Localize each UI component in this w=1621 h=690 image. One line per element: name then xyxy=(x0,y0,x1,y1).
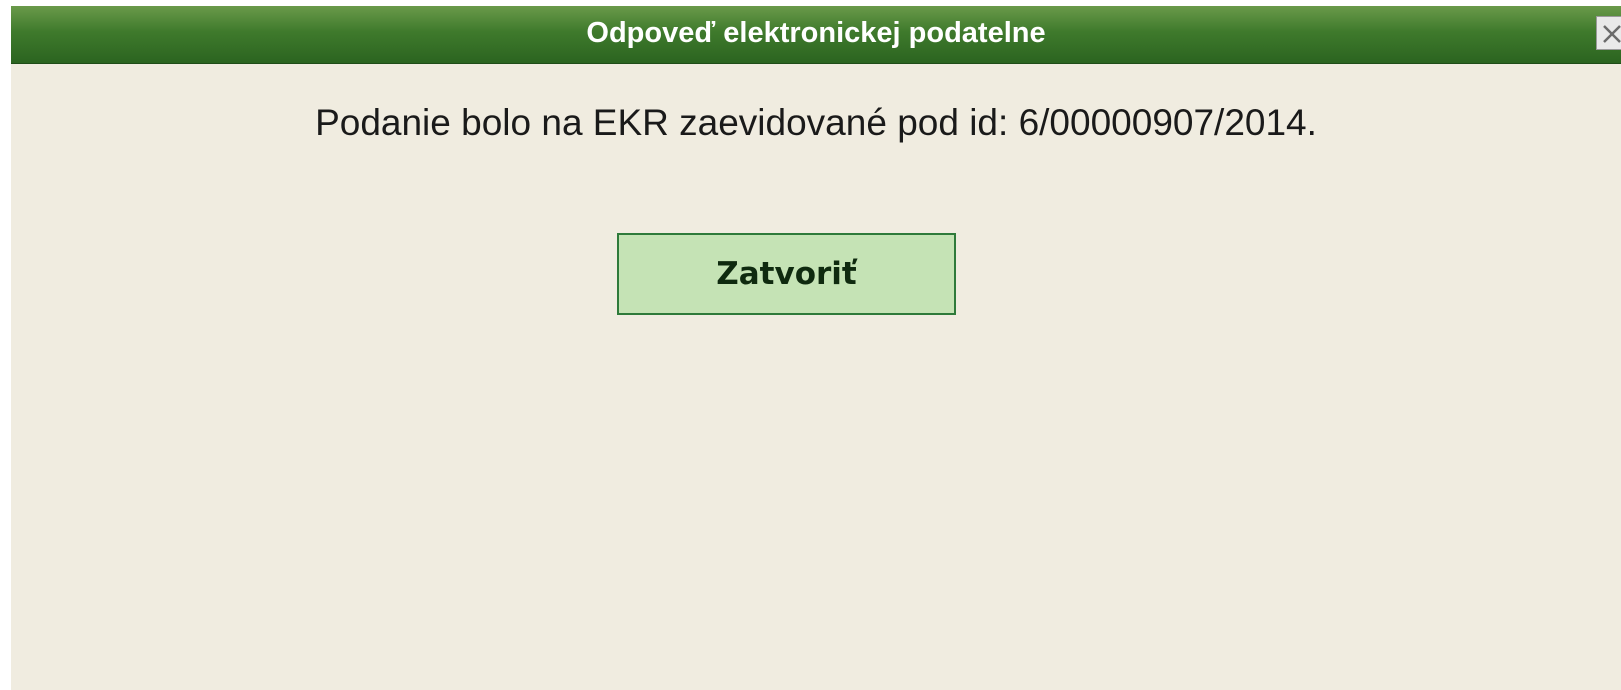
submission-message: Podanie bolo na EKR zaevidované pod id: … xyxy=(315,102,1317,143)
dialog-titlebar[interactable]: Odpoveď elektronickej podatelne xyxy=(11,6,1621,64)
close-button[interactable]: Zatvoriť xyxy=(617,233,956,315)
response-dialog: Odpoveď elektronickej podatelne Podanie … xyxy=(11,6,1621,690)
dialog-title: Odpoveď elektronickej podatelne xyxy=(586,17,1046,49)
close-window-button[interactable] xyxy=(1596,16,1621,50)
close-icon xyxy=(1603,25,1621,43)
